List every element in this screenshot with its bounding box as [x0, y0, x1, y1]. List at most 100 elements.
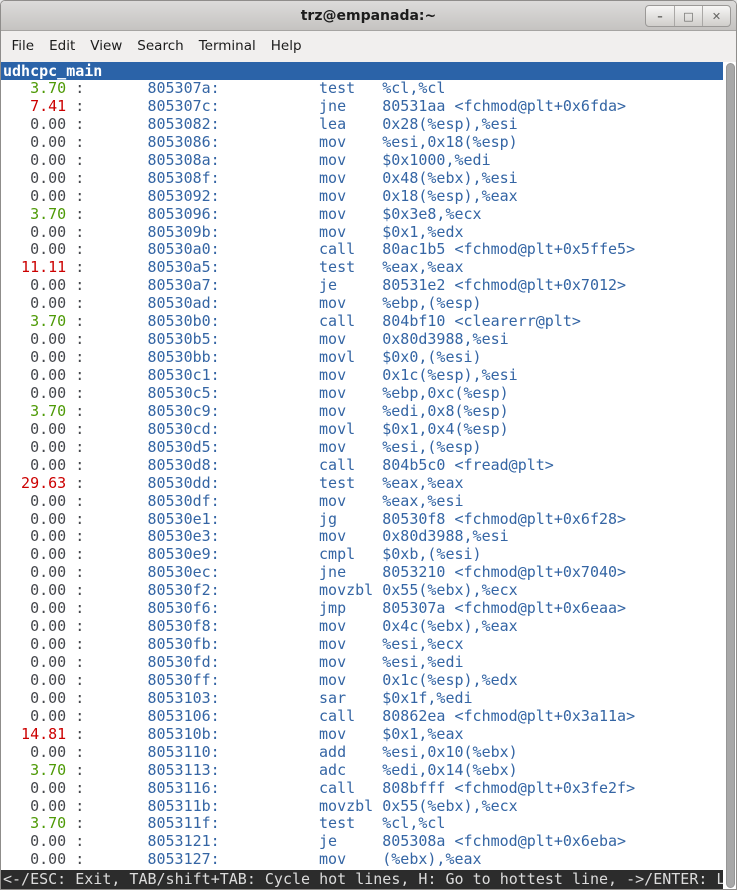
overhead-percent: 0.00	[3, 780, 66, 798]
asm-row[interactable]: 0.00 :80530b5:mov0x80d3988,%esi	[3, 331, 723, 349]
scrollbar[interactable]	[723, 62, 736, 889]
window-titlebar[interactable]: trz@empanada:~ – □ ✕	[1, 1, 736, 31]
asm-row[interactable]: 0.00 :80530e1:jg80530f8 <fchmod@plt+0x6f…	[3, 511, 723, 529]
instruction-address: 805307a:	[147, 80, 219, 98]
asm-row[interactable]: 0.00 :80530d5:mov%esi,(%esp)	[3, 439, 723, 457]
asm-row[interactable]: 0.00 :8053127:mov(%ebx),%eax	[3, 851, 723, 869]
instruction-operands: $0x0,(%esi)	[382, 349, 481, 367]
asm-row[interactable]: 11.11 :80530a5:test%eax,%eax	[3, 259, 723, 277]
asm-row[interactable]: 0.00 :80530ad:mov%ebp,(%esp)	[3, 295, 723, 313]
menu-search[interactable]: Search	[130, 31, 191, 62]
asm-row[interactable]: 29.63 :80530dd:test%eax,%eax	[3, 475, 723, 493]
minimize-button[interactable]: –	[646, 6, 674, 26]
asm-row[interactable]: 7.41 :805307c:jne80531aa <fchmod@plt+0x6…	[3, 98, 723, 116]
asm-row[interactable]: 0.00 :8053116:call808bfff <fchmod@plt+0x…	[3, 780, 723, 798]
annotate-symbol-header: udhcpc_main	[1, 62, 723, 80]
asm-row[interactable]: 3.70 :8053113:adc%edi,0x14(%ebx)	[3, 762, 723, 780]
asm-row[interactable]: 3.70 :8053096:mov$0x3e8,%ecx	[3, 206, 723, 224]
asm-row[interactable]: 0.00 :8053103:sar$0x1f,%edi	[3, 690, 723, 708]
asm-row[interactable]: 0.00 :80530f2:movzbl0x55(%ebx),%ecx	[3, 582, 723, 600]
asm-row[interactable]: 0.00 :80530f8:mov0x4c(%ebx),%eax	[3, 618, 723, 636]
separator: :	[66, 815, 84, 833]
instruction-operands: 80530f8 <fchmod@plt+0x6f28>	[382, 511, 626, 529]
menu-terminal[interactable]: Terminal	[191, 31, 263, 62]
instruction-operands: $0x1000,%edi	[382, 152, 490, 170]
separator: :	[66, 206, 84, 224]
asm-row[interactable]: 0.00 :80530ec:jne8053210 <fchmod@plt+0x7…	[3, 564, 723, 582]
overhead-percent: 0.00	[3, 690, 66, 708]
instruction-operands: 0x80d3988,%esi	[382, 331, 508, 349]
overhead-percent: 0.00	[3, 744, 66, 762]
instruction-operands: $0x1,%eax	[382, 726, 463, 744]
instruction-operands: 8053210 <fchmod@plt+0x7040>	[382, 564, 626, 582]
separator: :	[66, 690, 84, 708]
asm-row[interactable]: 0.00 :80530a0:call80ac1b5 <fchmod@plt+0x…	[3, 241, 723, 259]
overhead-percent: 3.70	[3, 313, 66, 331]
instruction-mnemonic: mov	[319, 206, 382, 224]
separator: :	[66, 241, 84, 259]
instruction-operands: 0x80d3988,%esi	[382, 528, 508, 546]
instruction-mnemonic: mov	[319, 439, 382, 457]
asm-row[interactable]: 0.00 :80530e9:cmpl$0xb,(%esi)	[3, 546, 723, 564]
asm-row[interactable]: 3.70 :80530c9:mov%edi,0x8(%esp)	[3, 403, 723, 421]
asm-row[interactable]: 3.70 :805307a:test%cl,%cl	[3, 80, 723, 98]
asm-row[interactable]: 0.00 :80530ff:mov0x1c(%esp),%edx	[3, 672, 723, 690]
terminal-screen: udhcpc_main 3.70 :805307a:test%cl,%cl7.4…	[1, 62, 736, 889]
instruction-address: 80530ff:	[147, 672, 219, 690]
asm-row[interactable]: 0.00 :80530fd:mov%esi,%edi	[3, 654, 723, 672]
asm-row[interactable]: 0.00 :80530c5:mov%ebp,0xc(%esp)	[3, 385, 723, 403]
instruction-mnemonic: mov	[319, 851, 382, 869]
separator: :	[66, 188, 84, 206]
asm-row[interactable]: 0.00 :805309b:mov$0x1,%edx	[3, 224, 723, 242]
menu-view[interactable]: View	[83, 31, 130, 62]
overhead-percent: 0.00	[3, 582, 66, 600]
asm-row[interactable]: 0.00 :80530df:mov%eax,%esi	[3, 493, 723, 511]
instruction-mnemonic: call	[319, 241, 382, 259]
asm-row[interactable]: 0.00 :805308a:mov$0x1000,%edi	[3, 152, 723, 170]
scrollbar-thumb[interactable]	[726, 63, 735, 888]
instruction-mnemonic: mov	[319, 726, 382, 744]
instruction-operands: 804b5c0 <fread@plt>	[382, 457, 554, 475]
asm-row[interactable]: 14.81 :805310b:mov$0x1,%eax	[3, 726, 723, 744]
instruction-address: 8053116:	[147, 780, 219, 798]
overhead-percent: 0.00	[3, 295, 66, 313]
instruction-mnemonic: test	[319, 259, 382, 277]
overhead-percent: 11.11	[3, 259, 66, 277]
menu-file[interactable]: File	[4, 31, 42, 62]
asm-row[interactable]: 0.00 :8053086:mov%esi,0x18(%esp)	[3, 134, 723, 152]
asm-row[interactable]: 0.00 :8053106:call80862ea <fchmod@plt+0x…	[3, 708, 723, 726]
asm-row[interactable]: 0.00 :80530d8:call804b5c0 <fread@plt>	[3, 457, 723, 475]
instruction-address: 80530ad:	[147, 295, 219, 313]
asm-row[interactable]: 0.00 :805311b:movzbl0x55(%ebx),%ecx	[3, 798, 723, 816]
asm-row[interactable]: 0.00 :80530f6:jmp805307a <fchmod@plt+0x6…	[3, 600, 723, 618]
instruction-operands: %eax,%eax	[382, 259, 463, 277]
asm-row[interactable]: 0.00 :80530c1:mov0x1c(%esp),%esi	[3, 367, 723, 385]
overhead-percent: 0.00	[3, 636, 66, 654]
instruction-mnemonic: test	[319, 80, 382, 98]
asm-row[interactable]: 0.00 :80530cd:movl$0x1,0x4(%esp)	[3, 421, 723, 439]
asm-row[interactable]: 0.00 :8053092:mov0x18(%esp),%eax	[3, 188, 723, 206]
overhead-percent: 0.00	[3, 833, 66, 851]
menu-help[interactable]: Help	[263, 31, 309, 62]
asm-row[interactable]: 0.00 :80530a7:je80531e2 <fchmod@plt+0x70…	[3, 277, 723, 295]
asm-row[interactable]: 0.00 :8053082:lea0x28(%esp),%esi	[3, 116, 723, 134]
instruction-mnemonic: jne	[319, 564, 382, 582]
instruction-address: 80530fb:	[147, 636, 219, 654]
instruction-mnemonic: mov	[319, 385, 382, 403]
instruction-operands: 0x28(%esp),%esi	[382, 116, 517, 134]
asm-row[interactable]: 0.00 :805308f:mov0x48(%ebx),%esi	[3, 170, 723, 188]
asm-row[interactable]: 0.00 :80530e3:mov0x80d3988,%esi	[3, 528, 723, 546]
asm-row[interactable]: 0.00 :80530bb:movl$0x0,(%esi)	[3, 349, 723, 367]
instruction-address: 80530e3:	[147, 528, 219, 546]
close-button[interactable]: ✕	[702, 6, 730, 26]
separator: :	[66, 367, 84, 385]
asm-row[interactable]: 0.00 :8053110:add%esi,0x10(%ebx)	[3, 744, 723, 762]
asm-row[interactable]: 0.00 :8053121:je805308a <fchmod@plt+0x6e…	[3, 833, 723, 851]
menu-edit[interactable]: Edit	[42, 31, 83, 62]
overhead-percent: 0.00	[3, 528, 66, 546]
asm-row[interactable]: 3.70 :80530b0:call804bf10 <clearerr@plt>	[3, 313, 723, 331]
asm-row[interactable]: 0.00 :80530fb:mov%esi,%ecx	[3, 636, 723, 654]
separator: :	[66, 475, 84, 493]
maximize-button[interactable]: □	[674, 6, 702, 26]
asm-row[interactable]: 3.70 :805311f:test%cl,%cl	[3, 815, 723, 833]
